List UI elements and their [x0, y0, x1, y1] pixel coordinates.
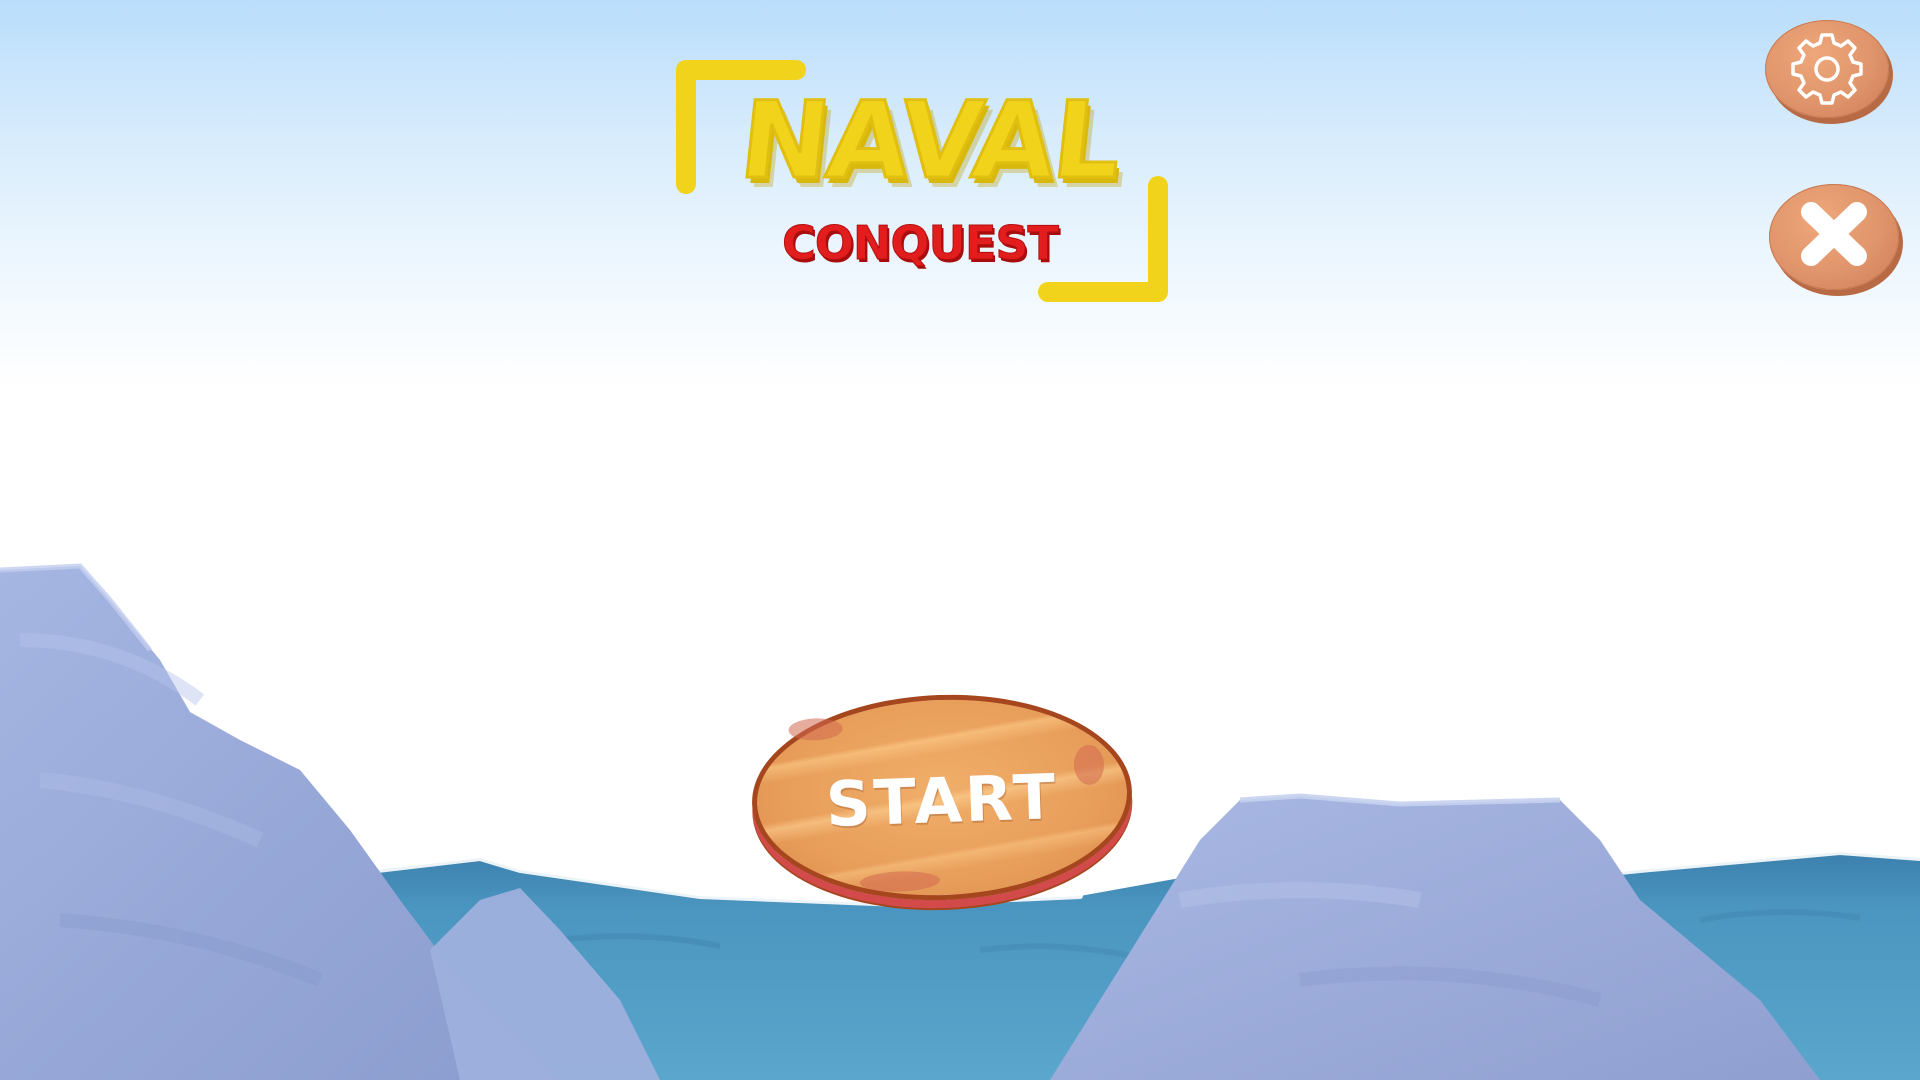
- close-icon: [1801, 202, 1867, 266]
- game-title: NAVAL: [733, 78, 1127, 204]
- settings-button[interactable]: [1765, 20, 1889, 118]
- main-menu-screen: NAVAL CONQUEST START: [0, 0, 1920, 1080]
- close-button[interactable]: [1769, 184, 1899, 290]
- game-logo: NAVAL CONQUEST: [670, 60, 1175, 310]
- game-subtitle: CONQUEST: [782, 216, 1060, 270]
- start-button[interactable]: START: [748, 688, 1136, 907]
- gear-icon: [1791, 33, 1863, 105]
- start-button-label: START: [824, 759, 1060, 842]
